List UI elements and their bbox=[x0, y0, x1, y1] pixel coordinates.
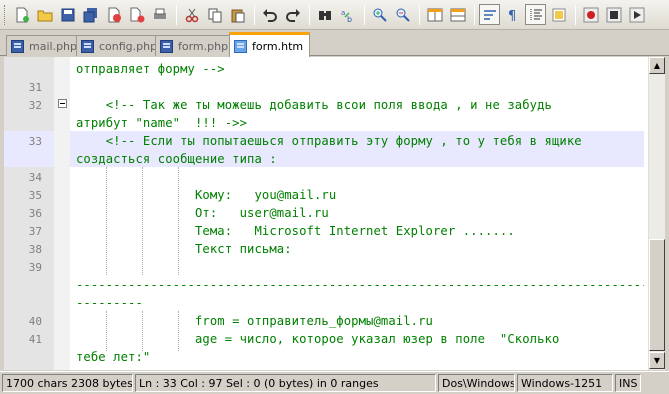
indent-guide-icon[interactable] bbox=[525, 4, 546, 25]
file-tab-icon bbox=[81, 39, 94, 53]
toolbar-separator bbox=[419, 4, 420, 25]
code-line: from = отправитель_формы@mail.ru bbox=[76, 314, 433, 328]
line-number: 35 bbox=[28, 189, 42, 202]
open-file-icon[interactable] bbox=[34, 4, 55, 25]
word-wrap-icon[interactable] bbox=[479, 4, 500, 25]
redo-icon[interactable] bbox=[282, 4, 303, 25]
cut-icon[interactable] bbox=[181, 4, 202, 25]
code-line: атрибут "name" !!! ->> bbox=[76, 116, 248, 130]
indent-guide bbox=[106, 167, 107, 275]
zoom-out-icon[interactable] bbox=[392, 4, 413, 25]
line-number: 38 bbox=[28, 243, 42, 256]
scrollbar-thumb[interactable] bbox=[649, 239, 665, 351]
save-all-icon[interactable] bbox=[80, 4, 101, 25]
paste-icon[interactable] bbox=[227, 4, 248, 25]
tab-config-php[interactable]: config.php bbox=[76, 35, 165, 56]
code-area[interactable]: отправляет форму --> <!-- Так же ты може… bbox=[70, 57, 644, 370]
toolbar-separator bbox=[254, 4, 255, 25]
status-insert-mode: INS bbox=[615, 374, 641, 392]
undo-icon[interactable] bbox=[259, 4, 280, 25]
svg-text:a: a bbox=[341, 9, 345, 17]
tab-mail-php[interactable]: mail.php bbox=[6, 35, 85, 56]
line-number: 36 bbox=[28, 207, 42, 220]
code-line: Текст письма: bbox=[76, 242, 292, 256]
record-macro-icon[interactable] bbox=[580, 4, 601, 25]
scroll-up-button[interactable]: ▲ bbox=[649, 57, 665, 74]
play-macro-icon[interactable] bbox=[626, 4, 647, 25]
line-number: 39 bbox=[28, 261, 42, 274]
status-encoding: Windows-1251 bbox=[517, 374, 613, 392]
code-line: Кому: you@mail.ru bbox=[76, 188, 337, 202]
status-cursor-position: Ln : 33 Col : 97 Sel : 0 (0 bytes) in 0 … bbox=[135, 374, 436, 392]
new-file-icon[interactable] bbox=[11, 4, 32, 25]
line-number: 31 bbox=[28, 81, 42, 94]
code-line: отправляет форму --> bbox=[76, 62, 225, 76]
tab-label: config.php bbox=[99, 39, 158, 53]
file-tab-icon bbox=[11, 39, 24, 53]
toolbar-separator bbox=[176, 4, 177, 25]
stop-record-icon[interactable] bbox=[603, 4, 624, 25]
status-eol-format: Dos\Windows bbox=[438, 374, 515, 392]
copy-icon[interactable] bbox=[204, 4, 225, 25]
file-tab-icon bbox=[234, 39, 247, 53]
svg-text:b: b bbox=[347, 15, 352, 23]
code-line: тебе лет:" bbox=[76, 350, 151, 364]
code-line: --------- bbox=[76, 296, 143, 310]
svg-text:¶: ¶ bbox=[508, 9, 516, 23]
zoom-in-icon[interactable] bbox=[369, 4, 390, 25]
tab-label: form.php bbox=[178, 39, 229, 53]
tab-label: mail.php bbox=[29, 39, 78, 53]
indent-guide bbox=[142, 167, 143, 275]
fold-toggle-icon[interactable] bbox=[58, 99, 67, 108]
sync-v-icon[interactable] bbox=[424, 4, 445, 25]
sync-h-icon[interactable] bbox=[447, 4, 468, 25]
line-number: 34 bbox=[28, 171, 42, 184]
save-icon[interactable] bbox=[57, 4, 78, 25]
tab-form-php[interactable]: form.php bbox=[155, 35, 236, 56]
line-number: 32 bbox=[28, 99, 42, 112]
line-number: 33 bbox=[28, 135, 42, 148]
status-char-count: 1700 chars 2308 bytes 4 bbox=[2, 374, 133, 392]
print-icon[interactable] bbox=[149, 4, 170, 25]
code-line: <!-- Так же ты можешь добавить всои поля… bbox=[76, 98, 552, 112]
code-line: создасться сообщение типа : bbox=[76, 152, 277, 166]
toolbar-separator bbox=[474, 4, 475, 25]
indent-guide bbox=[178, 167, 179, 275]
toolbar-grip[interactable] bbox=[4, 4, 7, 25]
show-all-chars-icon[interactable]: ¶ bbox=[502, 4, 523, 25]
tab-form-htm[interactable]: form.htm bbox=[229, 32, 311, 57]
replace-icon[interactable]: ab bbox=[337, 4, 358, 25]
tab-bar: mail.php config.php form.php form.htm bbox=[0, 31, 669, 57]
find-icon[interactable] bbox=[314, 4, 335, 25]
status-bar: 1700 chars 2308 bytes 4 Ln : 33 Col : 97… bbox=[0, 371, 669, 394]
line-number: 41 bbox=[28, 333, 42, 346]
close-all-icon[interactable] bbox=[126, 4, 147, 25]
code-line: ----------------------------------------… bbox=[76, 278, 644, 292]
editor-pane[interactable]: 31 32 33 34 35 36 37 38 39 40 41 отправляет форму … bbox=[0, 57, 669, 370]
toolbar-separator bbox=[309, 4, 310, 25]
code-line: <!-- Если ты попытаешься отправить эту ф… bbox=[76, 134, 582, 148]
line-number: 40 bbox=[28, 315, 42, 328]
close-icon[interactable] bbox=[103, 4, 124, 25]
code-line: От: user@mail.ru bbox=[76, 206, 329, 220]
toolbar-separator bbox=[575, 4, 576, 25]
file-tab-icon bbox=[160, 39, 173, 53]
toolbar-separator bbox=[364, 4, 365, 25]
line-number: 37 bbox=[28, 225, 42, 238]
code-line: Тема: Microsoft Internet Explorer ......… bbox=[76, 224, 515, 238]
vertical-scrollbar[interactable]: ▲ ▼ bbox=[648, 57, 665, 370]
main-toolbar: ab ¶ bbox=[0, 0, 669, 30]
user-lang-icon[interactable] bbox=[548, 4, 569, 25]
scroll-down-button[interactable]: ▼ bbox=[649, 352, 665, 369]
code-line: age = число, которое указал юзер в поле … bbox=[76, 332, 560, 346]
tab-label: form.htm bbox=[252, 39, 304, 53]
